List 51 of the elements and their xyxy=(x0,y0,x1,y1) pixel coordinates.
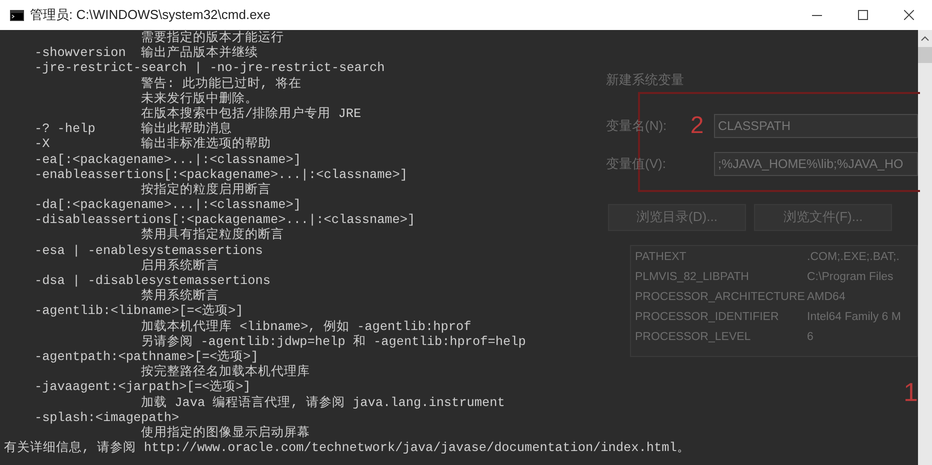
variable-name: PROCESSOR_IDENTIFIER xyxy=(635,310,780,325)
console-line: 使用指定的图像显示启动屏幕 xyxy=(140,424,310,440)
variable-value: .COM;.EXE;.BAT;. xyxy=(807,250,900,265)
close-icon xyxy=(904,10,914,20)
console-line: -X 输出非标准选项的帮助 xyxy=(33,136,272,152)
value-field[interactable]: ;%JAVA_HOME%\lib;%JAVA_HO xyxy=(714,152,918,176)
console-line: -ea[:<packagename>...|:<classname>] xyxy=(33,152,301,167)
console-line: -splash:<imagepath> xyxy=(33,410,180,425)
console-line: 警告: 此功能已过时, 将在 xyxy=(140,76,302,91)
console-line: 按指定的粒度启用断言 xyxy=(140,182,272,198)
dialog-heading: 新建系统变量 xyxy=(606,71,685,89)
console-line: 禁用系统断言 xyxy=(140,288,220,304)
variable-name: PATHEXT xyxy=(635,250,688,265)
console-line: 另请参阅 -agentlib:jdwp=help 和 -agentlib:hprof=help xyxy=(140,334,526,349)
minimize-icon xyxy=(812,14,822,16)
console-line: 未来发行版中删除。 xyxy=(140,90,258,106)
maximize-icon xyxy=(858,10,868,20)
step-number: 1 xyxy=(904,376,918,406)
console-line: -esa | -enablesystemassertions xyxy=(33,242,263,258)
window-title: 管理员: C:\WINDOWS\system32\cmd.exe xyxy=(30,6,271,24)
value-field[interactable]: CLASSPATH xyxy=(714,114,918,138)
scrollbar-thumb[interactable] xyxy=(918,47,932,63)
variable-name: PROCESSOR_ARCHITECTURE xyxy=(635,290,806,305)
variable-value: 6 xyxy=(807,330,814,345)
console-line: -disableassertions[:<packagename>...|:<classname>] xyxy=(33,212,416,228)
scrollbar[interactable] xyxy=(918,30,932,465)
console-line: 需要指定的版本才能运行 xyxy=(140,30,284,46)
console-line: 有关详细信息, 请参阅 http://www.oracle.com/technetwork/java/javase/documentation/index.html。 xyxy=(4,440,690,456)
console-line: -agentpath:<pathname>[=<选项>] xyxy=(33,348,258,364)
console-line: 加载 Java 编程语言代理, 请参阅 java.lang.instrument xyxy=(140,394,505,410)
console-line: 加载本机代理库 <libname>, 例如 -agentlib:hprof xyxy=(140,318,472,334)
scroll-up-icon xyxy=(921,36,929,41)
console-line: -dsa | -disablesystemassertions xyxy=(33,273,270,288)
console-line: 在版本搜索中包括/排除用户专用 JRE xyxy=(140,106,362,122)
console-line: 禁用具有指定粒度的断言 xyxy=(140,227,284,243)
console-line: -enableassertions[:<packagename>...|:<classname>] xyxy=(33,166,408,182)
console-line: -da[:<packagename>...|:<classname>] xyxy=(33,197,301,212)
console-line: -jre-restrict-search | -no-jre-restrict-search xyxy=(33,60,385,76)
variable-value: AMD64 xyxy=(807,290,846,305)
console-line: -javaagent:<jarpath>[=<选项>] xyxy=(33,379,251,394)
variable-name: PLMVIS_82_LIBPATH xyxy=(635,270,750,285)
variable-value: C:\Program Files xyxy=(807,270,894,285)
variable-value: Intel64 Family 6 M xyxy=(807,310,901,325)
console-line: -agentlib:<libname>[=<选项>] xyxy=(33,303,244,319)
console-line: 启用系统断言 xyxy=(141,258,220,273)
console-line: -showversion 输出产品版本并继续 xyxy=(33,45,258,60)
console-icon xyxy=(10,10,24,20)
variable-name: PROCESSOR_LEVEL xyxy=(635,330,752,345)
step-number: 2 xyxy=(690,113,704,139)
console-line: 按完整路径名加载本机代理库 xyxy=(140,364,310,380)
console-line: -? -help 输出此帮助消息 xyxy=(33,121,232,136)
